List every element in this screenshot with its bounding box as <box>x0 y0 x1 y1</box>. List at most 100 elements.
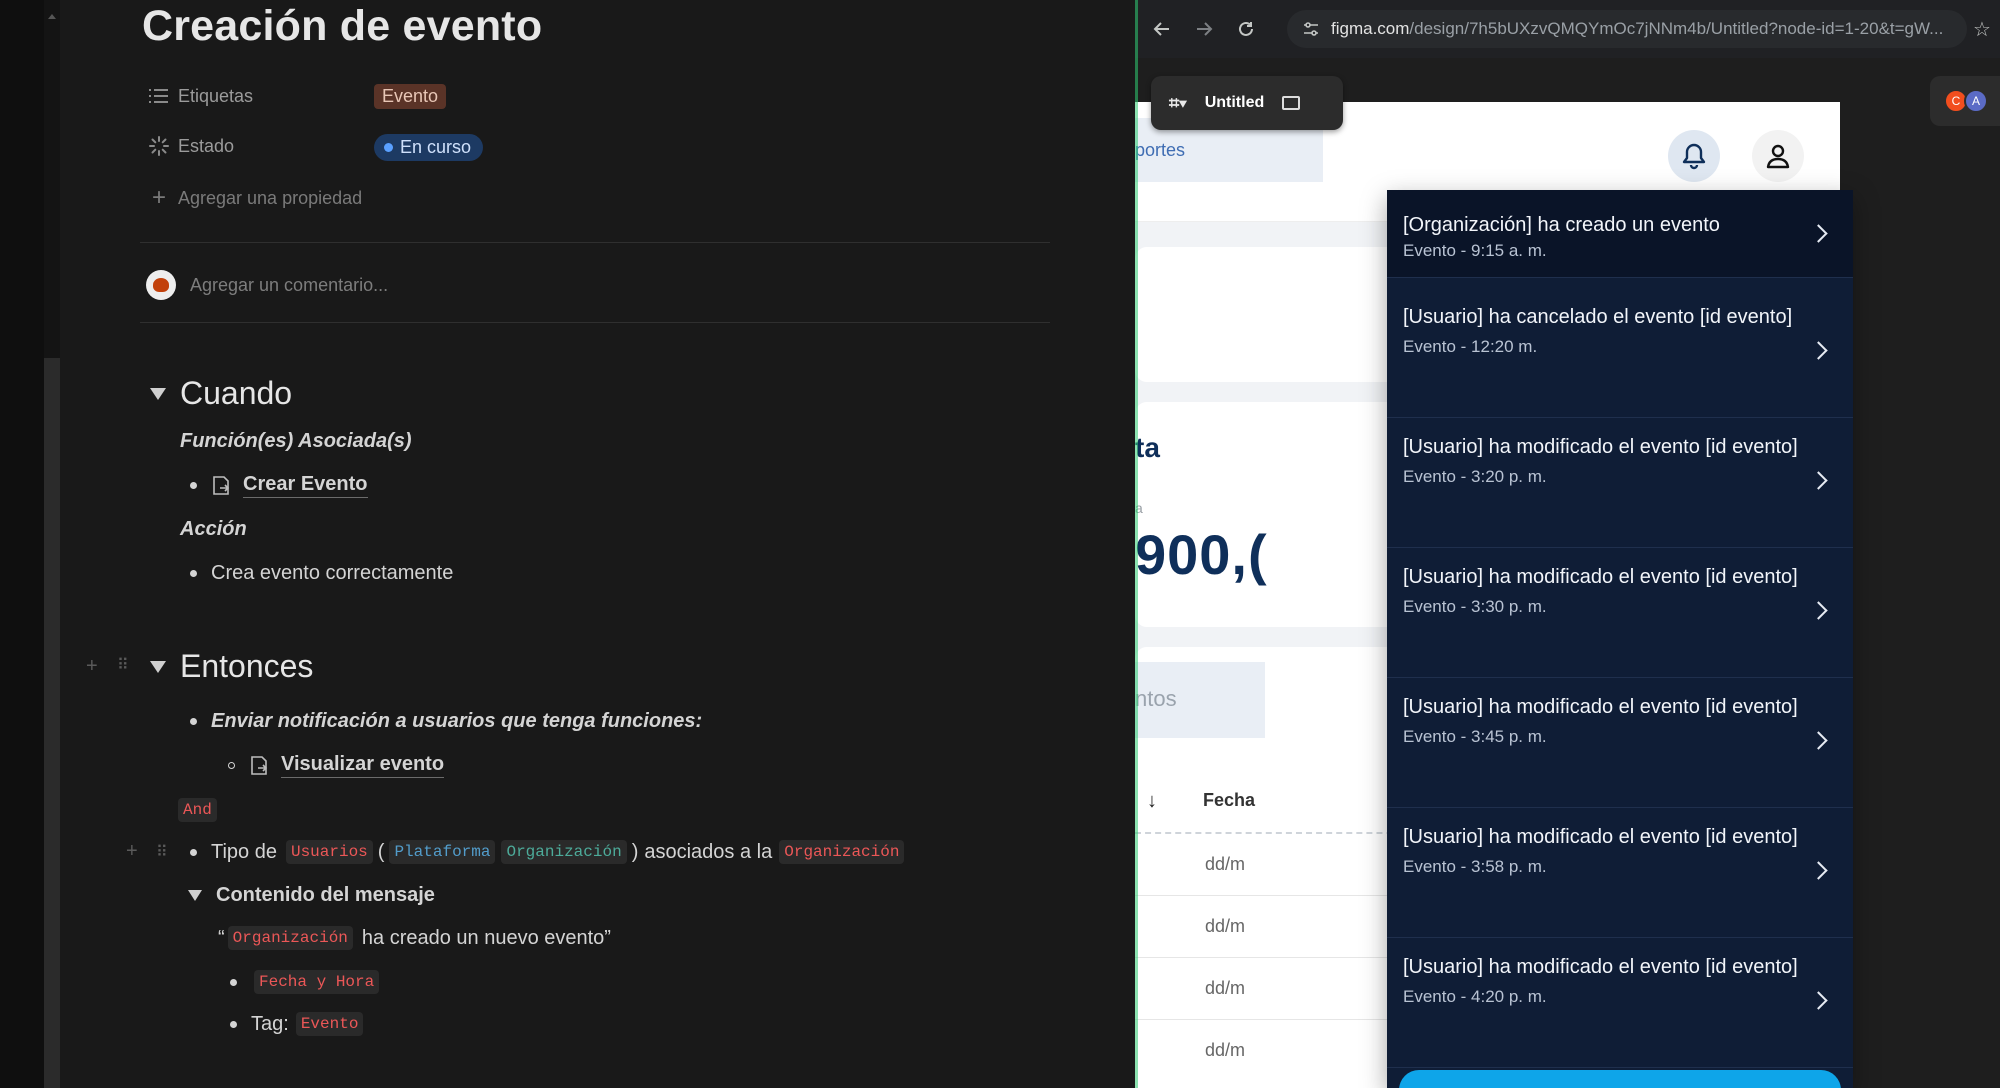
page-link-crear-evento[interactable]: Crear Evento <box>243 473 368 498</box>
notification-item[interactable]: [Usuario] ha modificado el evento [id ev… <box>1387 678 1853 808</box>
property-value-estado[interactable]: En curso <box>374 133 484 161</box>
window-edge <box>1135 0 1138 1088</box>
chevron-right-icon <box>1809 224 1828 243</box>
notification-title: [Usuario] ha cancelado el evento [id eve… <box>1403 306 1793 328</box>
paren-open: ( <box>377 840 385 863</box>
notify-text: Enviar notificación a usuarios que tenga… <box>211 710 703 732</box>
list-item-tipo: Tipo de Usuarios ( Plataforma Organizaci… <box>190 840 907 864</box>
notification-title: [Usuario] ha modificado el evento [id ev… <box>1403 436 1798 458</box>
forward-arrow-icon[interactable] <box>1187 12 1221 46</box>
divider <box>140 242 1050 243</box>
back-arrow-icon[interactable] <box>1145 12 1179 46</box>
toggle-triangle-icon[interactable] <box>150 660 166 673</box>
notification-subtitle: Evento - 3:20 p. m. <box>1403 467 1547 486</box>
comment-input[interactable]: Agregar un comentario... <box>146 270 388 300</box>
scrollbar-thumb[interactable] <box>44 358 60 1088</box>
list-item-visualizar: Visualizar evento <box>228 753 445 778</box>
contenido-label: Contenido del mensaje <box>216 884 435 906</box>
page-link-icon <box>249 755 273 777</box>
inline-code: Usuarios <box>285 840 373 864</box>
add-property-button[interactable]: + Agregar una propiedad <box>148 182 362 214</box>
scrollbar[interactable] <box>44 0 60 1088</box>
row-date: dd/m <box>1205 978 1246 998</box>
drag-handle-icon[interactable]: ⠿ <box>156 842 168 862</box>
quote-rest: ha creado un nuevo evento” <box>361 926 611 949</box>
bullet-hollow-icon <box>228 762 235 769</box>
property-estado[interactable]: Estado <box>148 130 234 162</box>
notification-title: [Usuario] ha modificado el evento [id ev… <box>1403 826 1798 848</box>
list-item-accion: Crea evento correctamente <box>190 562 453 585</box>
comment-placeholder: Agregar un comentario... <box>190 274 389 295</box>
bell-icon <box>1682 143 1706 170</box>
sort-arrow-icon[interactable]: ↓ <box>1147 790 1157 813</box>
notification-subtitle: Evento - 12:20 m. <box>1403 337 1538 356</box>
notification-item[interactable]: [Usuario] ha modificado el evento [id ev… <box>1387 548 1853 678</box>
tag-label: Tag: <box>251 1012 289 1035</box>
card-title: ta <box>1135 432 1160 463</box>
inline-code: And <box>178 798 217 822</box>
bullet-icon <box>190 482 197 489</box>
toggle-triangle-icon[interactable] <box>150 387 166 400</box>
figma-file-name[interactable]: Untitled <box>1205 94 1265 112</box>
list-icon <box>148 85 170 107</box>
bullet-icon <box>190 718 197 725</box>
page-title[interactable]: Creación de evento <box>142 2 542 51</box>
plus-icon: + <box>151 184 166 211</box>
toggle-contenido[interactable]: Contenido del mensaje <box>188 884 435 907</box>
accion-label: Acción <box>180 518 247 540</box>
property-label: Estado <box>178 135 235 156</box>
reload-icon[interactable] <box>1229 12 1263 46</box>
notion-page: Creación de evento Etiquetas Evento Esta… <box>0 0 1135 1088</box>
bookmark-star-icon[interactable]: ☆ <box>1965 12 1999 46</box>
panel-toggle-icon[interactable] <box>1282 96 1301 110</box>
tipo-prefix: Tipo de <box>211 840 277 863</box>
notification-title: [Organización] ha creado un evento <box>1403 214 1720 236</box>
toggle-heading-entonces[interactable]: Entonces <box>150 648 313 685</box>
see-all-notifications-button[interactable] <box>1399 1070 1841 1088</box>
property-etiquetas[interactable]: Etiquetas <box>148 80 253 112</box>
quote-line: “ Organización ha creado un nuevo evento… <box>218 926 611 950</box>
collaborator-avatars[interactable]: C A <box>1930 76 2000 126</box>
heading-text: Entonces <box>180 648 314 684</box>
avatar[interactable]: A <box>1964 89 1988 113</box>
notifications-dropdown[interactable]: [Organización] ha creado un evento Event… <box>1387 190 1853 1088</box>
list-item-notify: Enviar notificación a usuarios que tenga… <box>190 710 702 733</box>
toggle-triangle-icon[interactable] <box>188 890 202 901</box>
figma-file-toolbar[interactable]: ⌗▾ Untitled <box>1151 76 1343 130</box>
tag-evento[interactable]: Evento <box>374 83 447 109</box>
toggle-heading-cuando[interactable]: Cuando <box>150 375 292 412</box>
site-settings-icon[interactable] <box>1303 21 1319 37</box>
list-item-tag: Tag: Evento <box>230 1012 366 1036</box>
notification-item[interactable]: [Usuario] ha modificado el evento [id ev… <box>1387 418 1853 548</box>
status-pill[interactable]: En curso <box>374 133 484 161</box>
notification-item[interactable]: [Usuario] ha cancelado el evento [id eve… <box>1387 288 1853 418</box>
add-block-plus-icon[interactable]: + <box>86 655 98 678</box>
notification-item[interactable]: [Usuario] ha modificado el evento [id ev… <box>1387 808 1853 938</box>
url-path: /design/7h5bUXzvQMQYmOc7jNNm4b/Untitled?… <box>1409 19 1944 38</box>
asociados-text: asociados a la <box>644 840 773 863</box>
profile-button[interactable] <box>1752 130 1804 182</box>
notification-item[interactable]: [Organización] ha creado un evento Event… <box>1387 190 1853 278</box>
figma-logo-icon[interactable]: ⌗▾ <box>1169 93 1187 114</box>
avatar <box>146 270 176 300</box>
status-label: En curso <box>400 136 472 157</box>
scroll-up-arrow-icon[interactable] <box>48 14 56 19</box>
column-header-fecha[interactable]: Fecha <box>1203 790 1255 811</box>
funciones-label: Función(es) Asociada(s) <box>180 430 412 452</box>
row-date: dd/m <box>1205 1040 1246 1060</box>
notification-bell-button[interactable] <box>1668 130 1720 182</box>
search-eventos-input[interactable]: ntos <box>1135 662 1265 738</box>
add-property-label: Agregar una propiedad <box>178 187 363 208</box>
row-date: dd/m <box>1205 854 1246 874</box>
page-link-visualizar-evento[interactable]: Visualizar evento <box>281 753 445 778</box>
status-dot-icon <box>384 142 393 152</box>
notification-subtitle: Evento - 9:15 a. m. <box>1403 241 1547 260</box>
add-block-plus-icon[interactable]: + <box>126 840 138 863</box>
notification-title: [Usuario] ha modificado el evento [id ev… <box>1403 956 1798 978</box>
property-value-etiquetas[interactable]: Evento <box>374 82 447 110</box>
address-bar[interactable]: figma.com/design/7h5bUXzvQMQYmOc7jNNm4b/… <box>1287 10 1967 48</box>
inline-code: Fecha y Hora <box>254 970 380 994</box>
bullet-icon <box>190 848 197 856</box>
drag-handle-icon[interactable]: ⠿ <box>117 655 129 675</box>
notification-item[interactable]: [Usuario] ha modificado el evento [id ev… <box>1387 938 1853 1068</box>
